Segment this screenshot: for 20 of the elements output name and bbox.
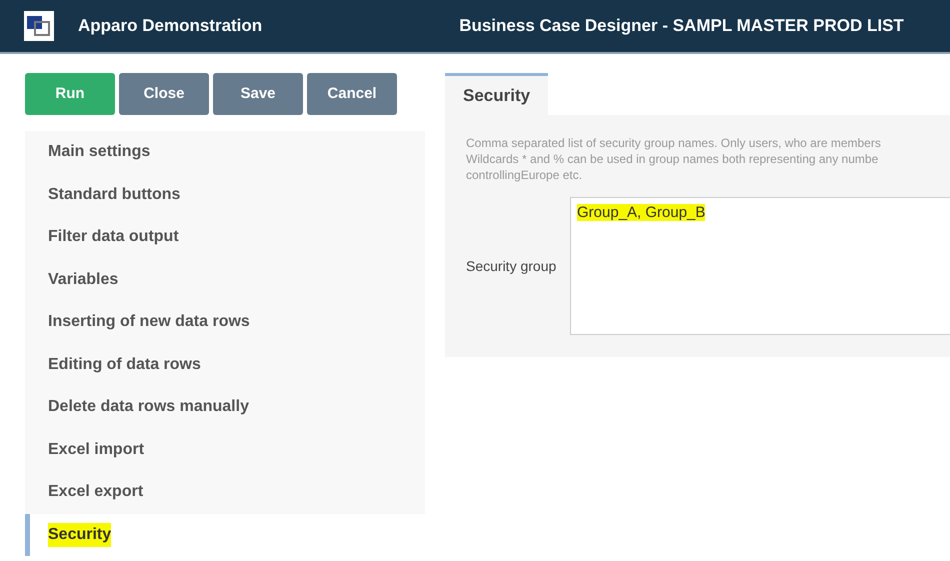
input-field[interactable]: Group_A, Group_B [570, 197, 950, 335]
app-title: Apparo Demonstration [78, 15, 262, 38]
sidebar-item[interactable]: Excel import [25, 428, 425, 471]
description-text: Comma separated list of security group names. Only users, who are members Wildcards * and % can be used in group names both representing any numbe controllingEurope etc. [466, 135, 882, 183]
sidebar-item[interactable]: Excel export [25, 471, 425, 514]
field-label: Security group [466, 256, 558, 276]
sidebar-item[interactable]: Editing of data rows [25, 344, 425, 386]
sidebar-item[interactable]: Standard buttons [25, 174, 425, 216]
sidebar-item[interactable]: Main settings [25, 131, 425, 174]
sidebar-item[interactable]: Delete data rows manually [25, 386, 425, 428]
sidebar-item[interactable]: Variables [25, 258, 425, 301]
sidebar-item[interactable]: Security [25, 514, 425, 556]
action-button[interactable]: Save [213, 73, 303, 115]
sidebar-item[interactable]: Inserting of new data rows [25, 301, 425, 344]
action-button[interactable]: Cancel [307, 73, 397, 115]
sidebar-item[interactable]: Filter data output [25, 216, 425, 258]
logo-icon [24, 11, 54, 41]
tab[interactable]: Security [445, 73, 548, 115]
action-button[interactable]: Close [119, 73, 209, 115]
page-title: Business Case Designer - SAMPL MASTER PROD LIST [459, 15, 904, 38]
